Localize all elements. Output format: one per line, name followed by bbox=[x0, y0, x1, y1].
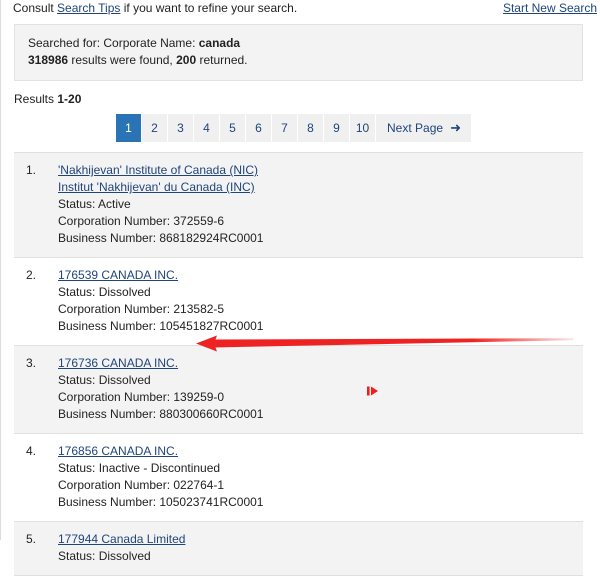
page-button-6[interactable]: 6 bbox=[246, 114, 273, 142]
result-index: 2. bbox=[26, 268, 37, 282]
result-index: 1. bbox=[26, 163, 37, 177]
result-body: 'Nakhijevan' Institute of Canada (NIC) I… bbox=[58, 162, 583, 247]
results-found-count: 318986 bbox=[28, 53, 69, 67]
result-name-line-alt: Institut 'Nakhijevan' du Canada (INC) bbox=[58, 179, 583, 196]
result-business-number: Business Number: 868182924RC0001 bbox=[58, 231, 264, 245]
table-row[interactable]: 1. 'Nakhijevan' Institute of Canada (NIC… bbox=[14, 152, 583, 258]
result-body: 176856 CANADA INC. Status: Inactive - Di… bbox=[58, 443, 583, 511]
top-bar: Consult Search Tips if you want to refin… bbox=[1, 0, 600, 18]
pagination-buttons: 1 2 3 4 5 6 7 8 9 10 Next Page ➜ bbox=[116, 114, 471, 142]
page-button-4[interactable]: 4 bbox=[194, 114, 221, 142]
results-found-line: 318986 results were found, 200 returned. bbox=[28, 52, 582, 69]
result-status: Status: Dissolved bbox=[58, 373, 151, 387]
result-name-link[interactable]: 'Nakhijevan' Institute of Canada (NIC) bbox=[58, 163, 258, 177]
next-page-button[interactable]: Next Page ➜ bbox=[376, 114, 471, 142]
search-tips-link[interactable]: Search Tips bbox=[57, 1, 120, 15]
result-corporation-number: Corporation Number: 213582-5 bbox=[58, 302, 225, 316]
page-button-3[interactable]: 3 bbox=[168, 114, 195, 142]
result-name-line: 176736 CANADA INC. bbox=[58, 355, 583, 372]
result-name-link[interactable]: 176856 CANADA INC. bbox=[58, 444, 178, 458]
result-index: 3. bbox=[26, 356, 37, 370]
table-row[interactable]: 2. 176539 CANADA INC. Status: Dissolved … bbox=[14, 258, 583, 346]
results-range-value: 1-20 bbox=[57, 92, 82, 106]
results-range-label: Results bbox=[14, 92, 58, 106]
page-button-1[interactable]: 1 bbox=[116, 114, 143, 142]
page-button-7[interactable]: 7 bbox=[272, 114, 299, 142]
results-found-suffix: returned. bbox=[196, 53, 248, 67]
arrow-right-icon: ➜ bbox=[450, 119, 461, 135]
results-list: 1. 'Nakhijevan' Institute of Canada (NIC… bbox=[14, 152, 583, 576]
searched-for-label: Searched for: Corporate Name: bbox=[28, 36, 199, 50]
result-name-link-alt[interactable]: Institut 'Nakhijevan' du Canada (INC) bbox=[58, 180, 255, 194]
result-status: Status: Dissolved bbox=[58, 549, 151, 563]
page-button-8[interactable]: 8 bbox=[298, 114, 325, 142]
results-returned-count: 200 bbox=[176, 53, 197, 67]
result-name-line: 176856 CANADA INC. bbox=[58, 443, 583, 460]
consult-text: Consult bbox=[13, 1, 58, 15]
result-corporation-number: Corporation Number: 022764-1 bbox=[58, 478, 225, 492]
result-status: Status: Dissolved bbox=[58, 285, 151, 299]
consult-text-suffix: if you want to refine your search. bbox=[120, 1, 298, 15]
searched-for-line: Searched for: Corporate Name: canada bbox=[28, 35, 582, 52]
result-name-link[interactable]: 176736 CANADA INC. bbox=[58, 356, 178, 370]
results-found-mid: results were found, bbox=[68, 53, 177, 67]
search-results-page: Consult Search Tips if you want to refin… bbox=[0, 0, 600, 576]
searched-for-value: canada bbox=[198, 36, 241, 50]
page-button-5[interactable]: 5 bbox=[220, 114, 247, 142]
start-new-search-link[interactable]: Start New Search bbox=[503, 1, 597, 15]
result-status: Status: Active bbox=[58, 197, 131, 211]
result-body: 176539 CANADA INC. Status: Dissolved Cor… bbox=[58, 267, 583, 335]
result-corporation-number: Corporation Number: 139259-0 bbox=[58, 390, 225, 404]
next-page-label: Next Page bbox=[387, 121, 444, 135]
result-name-link[interactable]: 177944 Canada Limited bbox=[58, 532, 185, 546]
pagination: 1 2 3 4 5 6 7 8 9 10 Next Page ➜ bbox=[1, 114, 600, 142]
table-row[interactable]: 5. 177944 Canada Limited Status: Dissolv… bbox=[14, 522, 583, 576]
result-body: 176736 CANADA INC. Status: Dissolved Cor… bbox=[58, 355, 583, 423]
result-name-line: 176539 CANADA INC. bbox=[58, 267, 583, 284]
page-button-10[interactable]: 10 bbox=[350, 114, 377, 142]
table-row[interactable]: 4. 176856 CANADA INC. Status: Inactive -… bbox=[14, 434, 583, 522]
result-name-link[interactable]: 176539 CANADA INC. bbox=[58, 268, 178, 282]
page-button-2[interactable]: 2 bbox=[142, 114, 169, 142]
search-summary-box: Searched for: Corporate Name: canada 318… bbox=[14, 24, 583, 81]
result-corporation-number: Corporation Number: 372559-6 bbox=[58, 214, 225, 228]
result-status: Status: Inactive - Discontinued bbox=[58, 461, 221, 475]
result-name-line: 'Nakhijevan' Institute of Canada (NIC) bbox=[58, 162, 583, 179]
table-row[interactable]: 3. 176736 CANADA INC. Status: Dissolved … bbox=[14, 346, 583, 434]
result-index: 4. bbox=[26, 444, 37, 458]
result-business-number: Business Number: 105451827RC0001 bbox=[58, 319, 264, 333]
result-business-number: Business Number: 105023741RC0001 bbox=[58, 495, 264, 509]
results-range: Results 1-20 bbox=[14, 92, 600, 106]
result-business-number: Business Number: 880300660RC0001 bbox=[58, 407, 264, 421]
result-body: 177944 Canada Limited Status: Dissolved bbox=[58, 531, 583, 565]
page-button-9[interactable]: 9 bbox=[324, 114, 351, 142]
result-index: 5. bbox=[26, 532, 37, 546]
